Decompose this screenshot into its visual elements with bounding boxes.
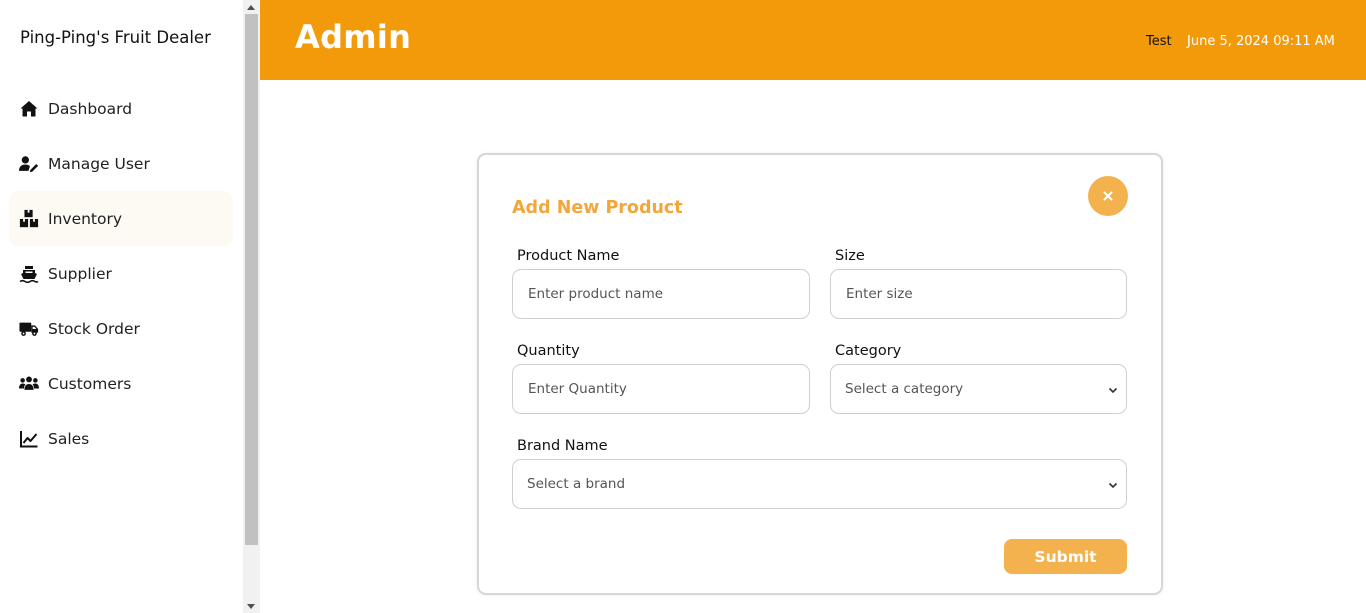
- sidebar-item-customers[interactable]: Customers: [9, 356, 233, 411]
- current-datetime: June 5, 2024 09:11 AM: [1187, 34, 1335, 49]
- quantity-input[interactable]: Enter Quantity: [512, 364, 810, 414]
- category-selected: Select a category: [845, 381, 964, 397]
- brand-name: Ping-Ping's Fruit Dealer: [20, 28, 211, 47]
- truck-icon: [19, 322, 39, 336]
- size-input[interactable]: Enter size: [830, 269, 1127, 319]
- brand-select[interactable]: Select a brand: [512, 459, 1127, 509]
- size-placeholder: Enter size: [846, 286, 913, 302]
- sidebar-item-label: Customers: [48, 374, 132, 393]
- sidebar-item-dashboard[interactable]: Dashboard: [9, 81, 233, 136]
- sidebar-nav: Dashboard Manage User Inventory Supplier…: [9, 81, 233, 466]
- sidebar-item-label: Manage User: [48, 154, 150, 173]
- boxes-icon: [19, 209, 39, 227]
- sidebar-item-label: Supplier: [48, 264, 112, 283]
- quantity-placeholder: Enter Quantity: [528, 381, 627, 397]
- users-icon: [19, 376, 39, 390]
- product-name-input[interactable]: Enter product name: [512, 269, 810, 319]
- sidebar-item-manage-user[interactable]: Manage User: [9, 136, 233, 191]
- size-label: Size: [835, 248, 865, 264]
- brand-selected: Select a brand: [527, 476, 626, 492]
- add-product-modal: Add New Product Product Name Enter produ…: [477, 153, 1163, 595]
- ship-icon: [19, 265, 39, 283]
- sidebar-item-sales[interactable]: Sales: [9, 411, 233, 466]
- modal-title: Add New Product: [512, 198, 683, 218]
- scroll-thumb[interactable]: [245, 14, 258, 545]
- sidebar-item-supplier[interactable]: Supplier: [9, 246, 233, 301]
- scroll-up-arrow-icon[interactable]: [247, 5, 255, 10]
- page-title: Admin: [295, 18, 412, 56]
- close-button[interactable]: [1088, 176, 1128, 216]
- sidebar-scrollbar[interactable]: [243, 0, 260, 613]
- sidebar-item-label: Stock Order: [48, 319, 140, 338]
- sidebar-item-label: Sales: [48, 429, 90, 448]
- home-icon: [20, 100, 38, 116]
- quantity-label: Quantity: [517, 343, 580, 359]
- chevron-down-icon: [1108, 482, 1118, 489]
- category-label: Category: [835, 343, 902, 359]
- user-edit-icon: [19, 155, 39, 172]
- chart-line-icon: [20, 430, 38, 447]
- submit-button[interactable]: Submit: [1004, 539, 1127, 574]
- sidebar-item-stock-order[interactable]: Stock Order: [9, 301, 233, 356]
- category-select[interactable]: Select a category: [830, 364, 1127, 414]
- product-name-label: Product Name: [517, 248, 620, 264]
- brand-label: Brand Name: [517, 438, 608, 454]
- top-header: Admin Test June 5, 2024 09:11 AM: [260, 0, 1366, 80]
- sidebar-item-inventory[interactable]: Inventory: [9, 191, 233, 246]
- sidebar-item-label: Inventory: [48, 209, 123, 228]
- sidebar: Ping-Ping's Fruit Dealer Dashboard Manag…: [0, 0, 243, 613]
- close-icon: [1103, 191, 1113, 201]
- current-user: Test: [1146, 34, 1172, 49]
- product-name-placeholder: Enter product name: [528, 286, 664, 302]
- chevron-down-icon: [1108, 387, 1118, 394]
- scroll-down-arrow-icon[interactable]: [247, 604, 255, 609]
- sidebar-item-label: Dashboard: [48, 99, 133, 118]
